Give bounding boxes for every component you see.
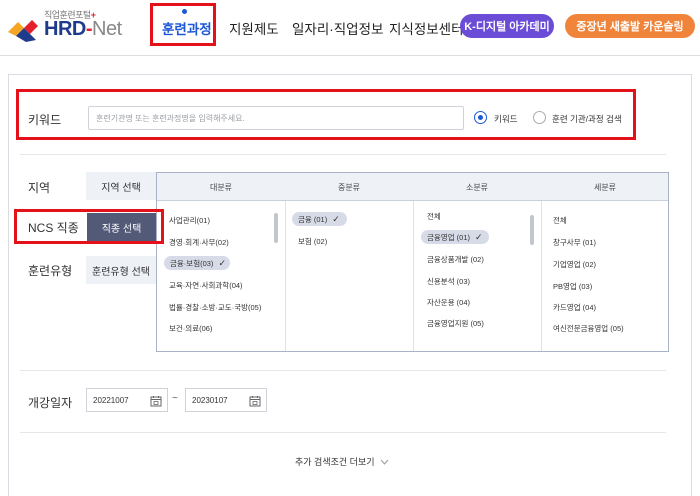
minor-item[interactable]: 금융상품개발 (02) — [427, 254, 484, 265]
training-type-label: 훈련유형 — [28, 264, 73, 278]
middle-item[interactable]: 보험 (02) — [298, 236, 327, 247]
col-head-detail: 세분류 — [593, 183, 617, 192]
start-date-value: 20221007 — [93, 395, 129, 405]
calendar-icon[interactable] — [150, 395, 162, 407]
radio-keyword[interactable] — [474, 111, 487, 124]
col-separator — [541, 201, 542, 351]
detail-item[interactable]: 창구사무 (01) — [553, 237, 596, 248]
training-type-select-button[interactable]: 훈련유형 선택 — [86, 256, 156, 284]
region-label: 지역 — [28, 181, 51, 195]
col-head-major: 대분류 — [209, 183, 233, 192]
major-item[interactable]: 사업관리(01) — [169, 215, 210, 226]
check-icon: ✓ — [332, 213, 340, 224]
major-item[interactable]: 보건·의료(06) — [169, 323, 212, 334]
start-date-label: 개강일자 — [28, 396, 73, 410]
date-range-tilde: ~ — [172, 393, 178, 404]
detail-item[interactable]: PB영업 (03) — [553, 281, 592, 292]
middle-item-selected[interactable]: 금융 (01) ✓ — [292, 212, 347, 226]
minor-item[interactable]: 금융영업지원 (05) — [427, 318, 484, 329]
active-nav-dot — [182, 9, 187, 14]
hrd-net-logo[interactable]: 직업훈련포털+ HRD-Net — [6, 6, 126, 50]
end-date-value: 20230107 — [192, 395, 228, 405]
ncs-category-grid: 대분류 중분류 소분류 세분류 사업관리(01) 경영·회계·사무(02) 금융… — [156, 172, 669, 352]
detail-item[interactable]: 전체 — [553, 215, 567, 226]
minor-item-selected[interactable]: 금융영업 (01) ✓ — [421, 230, 489, 244]
nav-training-courses[interactable]: 훈련과정 — [162, 18, 212, 38]
col-head-minor: 소분류 — [465, 183, 489, 192]
minor-item[interactable]: 자산운용 (04) — [427, 297, 470, 308]
nav-knowledge-center[interactable]: 지식정보센터 — [389, 18, 464, 38]
region-select-button[interactable]: 지역 선택 — [86, 172, 156, 200]
major-item-selected[interactable]: 금융·보험(03) ✓ — [164, 256, 230, 270]
nav-job-info[interactable]: 일자리·직업정보 — [292, 18, 383, 38]
radio-institution-label[interactable]: 훈련 기관/과정 검색 — [552, 113, 622, 125]
end-date-input[interactable]: 20230107 — [185, 388, 267, 412]
detail-item[interactable]: 카드영업 (04) — [553, 302, 596, 313]
detail-item[interactable]: 기업영업 (02) — [553, 259, 596, 270]
ncs-label: NCS 직종 — [28, 221, 79, 235]
chevron-down-icon — [380, 459, 388, 465]
top-header: 직업훈련포털+ HRD-Net 훈련과정 지원제도 일자리·직업정보 지식정보센… — [0, 0, 700, 56]
divider — [20, 370, 666, 371]
check-icon: ✓ — [218, 257, 226, 268]
divider — [20, 154, 666, 155]
logo-name: HRD-Net — [44, 18, 122, 40]
keyword-label: 키워드 — [28, 113, 62, 127]
minor-item[interactable]: 신용분석 (03) — [427, 276, 470, 287]
major-item[interactable]: 법률·경찰·소방·교도·국방(05) — [169, 302, 261, 313]
logo-mark-icon — [8, 20, 38, 42]
keyword-search-input[interactable]: 훈련기관명 또는 훈련과정명을 입력해주세요. — [88, 106, 464, 130]
divider — [20, 432, 666, 433]
detail-item[interactable]: 여신전문금융영업 (05) — [553, 323, 624, 334]
minor-scrollbar[interactable] — [530, 215, 534, 245]
radio-keyword-label[interactable]: 키워드 — [494, 113, 517, 125]
k-digital-academy-button[interactable]: K-디지털 아카데미 — [460, 14, 554, 38]
more-search-conditions-link[interactable]: 추가 검색조건 더보기 — [295, 455, 389, 468]
check-icon: ✓ — [475, 231, 483, 242]
grid-header — [157, 173, 668, 201]
nav-support-system[interactable]: 지원제도 — [229, 18, 279, 38]
minor-item[interactable]: 전체 — [427, 211, 441, 222]
start-date-input[interactable]: 20221007 — [86, 388, 168, 412]
major-item[interactable]: 교육·자연·사회과학(04) — [169, 280, 243, 291]
radio-institution[interactable] — [533, 111, 546, 124]
major-item[interactable]: 경영·회계·사무(02) — [169, 237, 229, 248]
major-scrollbar[interactable] — [274, 213, 278, 243]
col-head-middle: 중분류 — [337, 183, 361, 192]
midlife-counseling-button[interactable]: 중장년 새출발 카운슬링 — [565, 14, 695, 38]
col-separator — [285, 201, 286, 351]
ncs-select-button[interactable]: 직종 선택 — [87, 213, 156, 241]
calendar-icon[interactable] — [249, 395, 261, 407]
col-separator — [413, 201, 414, 351]
